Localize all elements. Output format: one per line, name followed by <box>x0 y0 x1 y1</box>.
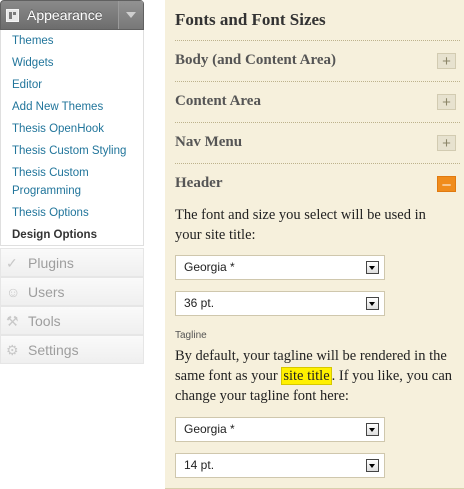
menu-tools-label: Tools <box>28 313 61 329</box>
site-title-size-select[interactable]: 36 pt. <box>175 291 385 316</box>
settings-icon: ⚙ <box>6 342 19 358</box>
menu-settings-label: Settings <box>28 342 79 358</box>
section-body-title[interactable]: Body (and Content Area) <box>175 52 336 69</box>
site-title-font-select[interactable]: Georgia * <box>175 255 385 280</box>
section-nav-menu-title[interactable]: Nav Menu <box>175 134 242 151</box>
submenu-thesis-custom-styling[interactable]: Thesis Custom Styling <box>12 142 126 160</box>
tagline-label: Tagline <box>175 330 207 341</box>
submenu-design-options[interactable]: Design Options <box>12 226 97 244</box>
expand-body-button[interactable]: + <box>437 53 456 69</box>
admin-sidebar: Appearance Themes Widgets Editor Add New… <box>0 0 146 489</box>
tagline-description: By default, your tagline will be rendere… <box>175 346 453 406</box>
section-content-area-title[interactable]: Content Area <box>175 93 261 110</box>
panel-title: Fonts and Font Sizes <box>175 10 326 29</box>
menu-users[interactable]: ☺ Users <box>0 277 144 306</box>
submenu-editor[interactable]: Editor <box>12 76 42 94</box>
menu-plugins-label: Plugins <box>28 255 74 271</box>
divider <box>175 163 460 164</box>
menu-plugins[interactable]: ✓ Plugins <box>0 248 144 277</box>
plugins-icon: ✓ <box>6 255 18 271</box>
expand-content-area-button[interactable]: + <box>437 94 456 110</box>
divider <box>175 81 460 82</box>
tagline-size-select[interactable]: 14 pt. <box>175 453 385 478</box>
dropdown-arrow-icon <box>366 261 379 274</box>
submenu-thesis-options[interactable]: Thesis Options <box>12 204 89 222</box>
expand-nav-menu-button[interactable]: + <box>437 135 456 151</box>
site-title-size-value: 36 pt. <box>184 296 215 310</box>
tagline-font-value: Georgia * <box>184 422 235 436</box>
tools-icon: ⚒ <box>6 313 19 329</box>
menu-appearance[interactable]: Appearance <box>0 0 144 30</box>
menu-users-label: Users <box>28 284 65 300</box>
submenu-thesis-openhook[interactable]: Thesis OpenHook <box>12 120 104 138</box>
submenu-thesis-custom-programming[interactable]: Thesis Custom Programming <box>12 164 89 200</box>
dropdown-arrow-icon <box>366 459 379 472</box>
appearance-icon <box>6 9 19 22</box>
tagline-highlight: site title <box>281 367 332 385</box>
collapse-header-button[interactable]: – <box>437 176 456 192</box>
divider <box>175 122 460 123</box>
submenu-thesis-custom-programming-line1: Thesis Custom <box>12 167 89 179</box>
section-header-title[interactable]: Header <box>175 175 222 192</box>
submenu-widgets[interactable]: Widgets <box>12 54 54 72</box>
menu-settings[interactable]: ⚙ Settings <box>0 335 144 364</box>
site-title-font-value: Georgia * <box>184 260 235 274</box>
divider <box>175 40 460 41</box>
fonts-panel: Fonts and Font Sizes Body (and Content A… <box>165 0 464 489</box>
menu-appearance-label: Appearance <box>27 7 103 23</box>
submenu-add-new-themes[interactable]: Add New Themes <box>12 98 103 116</box>
chevron-down-icon[interactable] <box>118 1 143 29</box>
tagline-size-value: 14 pt. <box>184 458 215 472</box>
tagline-font-select[interactable]: Georgia * <box>175 417 385 442</box>
submenu-themes[interactable]: Themes <box>12 32 54 50</box>
users-icon: ☺ <box>6 284 21 300</box>
dropdown-arrow-icon <box>366 423 379 436</box>
dropdown-arrow-icon <box>366 297 379 310</box>
menu-tools[interactable]: ⚒ Tools <box>0 306 144 335</box>
submenu-thesis-custom-programming-line2: Programming <box>12 185 82 197</box>
header-description: The font and size you select will be use… <box>175 207 426 243</box>
appearance-submenu: Themes Widgets Editor Add New Themes The… <box>0 30 144 246</box>
